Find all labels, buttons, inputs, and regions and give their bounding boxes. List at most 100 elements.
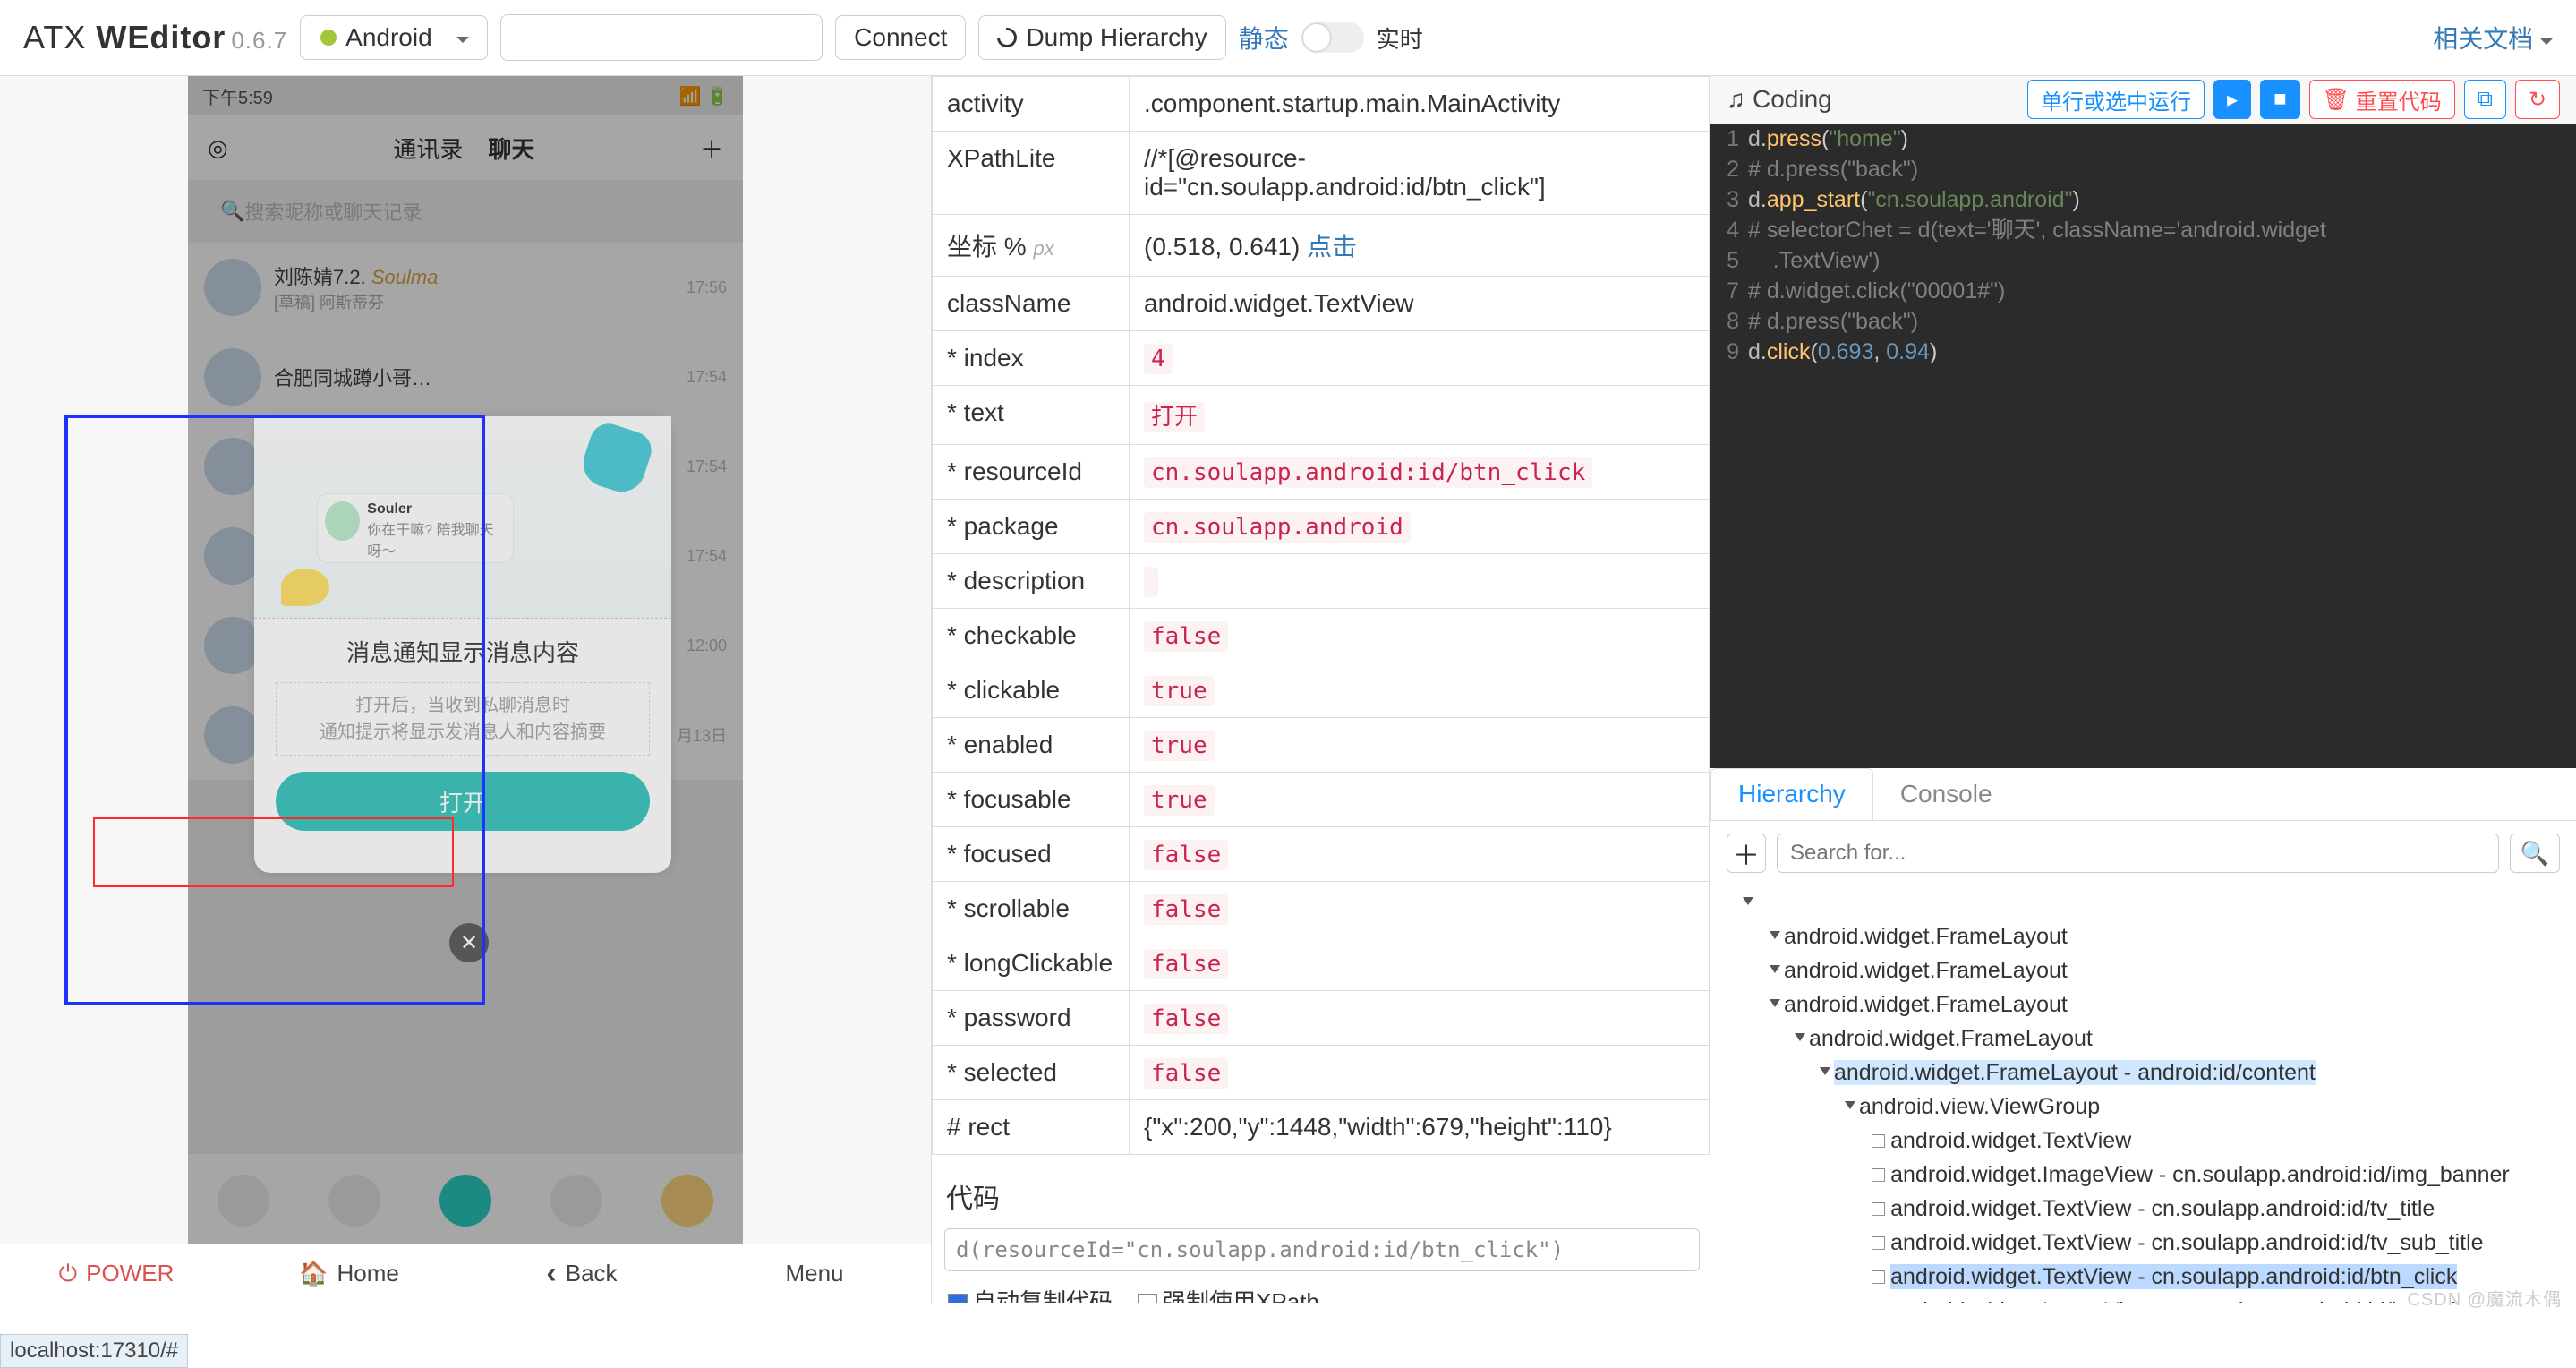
property-row: XPathLite//*[@resource-id="cn.soulapp.an… [933, 132, 1710, 215]
dump-label: Dump Hierarchy [1026, 23, 1207, 52]
scan-icon: ◎ [208, 134, 228, 162]
app-brand: ATX WEditor0.6.7 [23, 19, 287, 56]
phone-statusbar: 下午5:59 📶 🔋 [188, 76, 743, 115]
version-text: 0.6.7 [231, 27, 287, 54]
chat-item: 合肥同城蹲小哥… 17:54 [188, 332, 743, 422]
property-row: * index4 [933, 331, 1710, 386]
dump-hierarchy-button[interactable]: Dump Hierarchy [978, 15, 1225, 60]
tree-node[interactable] [1727, 885, 2560, 919]
expand-all-button[interactable]: ＋ [1727, 834, 1766, 873]
property-row: * description [933, 554, 1710, 609]
modal-desc: 打开后，当收到私聊消息时通知提示将显示发消息人和内容摘要 [276, 682, 650, 756]
hierarchy-search-button[interactable]: 🔍 [2510, 834, 2560, 873]
tab-hierarchy[interactable]: Hierarchy [1710, 768, 1873, 821]
music-icon: ♫ [1727, 85, 1745, 114]
property-row: * focusabletrue [933, 773, 1710, 827]
copy-button[interactable]: ⧉ [2464, 80, 2506, 119]
bell-icon [577, 419, 656, 498]
tree-node[interactable]: android.view.ViewGroup [1727, 1090, 2560, 1124]
tree-node[interactable]: android.widget.TextView - cn.soulapp.and… [1727, 1192, 2560, 1226]
auto-copy-checkbox[interactable]: 自动复制代码 [948, 1284, 1113, 1303]
back-icon [546, 1256, 556, 1291]
device-controls: POWER Home Back Menu [0, 1244, 931, 1303]
tree-node[interactable]: android.widget.FrameLayout [1727, 1022, 2560, 1056]
properties-table: activity.component.startup.main.MainActi… [932, 76, 1710, 1155]
stop-button[interactable]: ■ [2260, 80, 2300, 119]
hierarchy-search-input[interactable] [1777, 834, 2499, 873]
tab-contacts: 通讯录 [393, 132, 463, 165]
tree-node[interactable]: android.widget.FrameLayout - android:id/… [1727, 1056, 2560, 1090]
run-selection-button[interactable]: 单行或选中运行 [2027, 80, 2205, 119]
tree-node[interactable]: android.widget.ImageView - cn.soulapp.an… [1727, 1158, 2560, 1192]
force-xpath-checkbox[interactable]: 强制使用XPath [1138, 1284, 1319, 1303]
menu-button[interactable]: Menu [698, 1244, 931, 1303]
property-row: * checkablefalse [933, 609, 1710, 663]
coding-title: Coding [1753, 85, 1832, 114]
device-preview-panel: 下午5:59 📶 🔋 ◎ 通讯录 聊天 ＋ 🔍 搜索昵称或聊天记录 刘陈婧7.2… [0, 76, 931, 1303]
phone-search: 🔍 搜索昵称或聊天记录 [204, 189, 727, 234]
tree-node[interactable]: android.widget.FrameLayout [1727, 988, 2560, 1022]
generated-code-input[interactable] [944, 1228, 1700, 1271]
property-row: classNameandroid.widget.TextView [933, 277, 1710, 331]
mode-live-label: 实时 [1377, 21, 1423, 55]
property-row: activity.component.startup.main.MainActi… [933, 77, 1710, 132]
plus-icon: ＋ [700, 132, 723, 165]
platform-label: Android [345, 23, 432, 52]
tree-node[interactable]: android.widget.TextView [1727, 1124, 2560, 1158]
souler-sub: 你在干嘛? 陪我聊天呀～ [367, 523, 493, 560]
bottom-tabs: Hierarchy Console [1710, 768, 2576, 822]
platform-select[interactable]: Android [300, 15, 488, 60]
phone-header: ◎ 通讯录 聊天 ＋ [188, 115, 743, 180]
brand-text: ATX [23, 19, 96, 56]
tab-console[interactable]: Console [1873, 768, 2019, 821]
power-button[interactable]: POWER [0, 1244, 233, 1303]
property-row: * passwordfalse [933, 991, 1710, 1046]
run-button[interactable]: ▸ [2213, 80, 2251, 119]
chevron-down-icon [2540, 25, 2553, 53]
chat-item: 刘陈婧7.2. Soulma[草稿] 阿斯蒂芬17:56 [188, 243, 743, 332]
clock-text: 下午5:59 [202, 83, 273, 109]
clear-button[interactable]: ↻ [2515, 80, 2560, 119]
notification-modal: Souler你在干嘛? 陪我聊天呀～ 消息通知显示消息内容 打开后，当收到私聊消… [254, 416, 671, 873]
property-row: * longClickablefalse [933, 936, 1710, 991]
tab-chat: 聊天 [488, 132, 534, 165]
docs-link[interactable]: 相关文档 [2433, 20, 2553, 56]
modal-close-icon[interactable]: ✕ [449, 923, 489, 962]
android-icon [319, 28, 338, 47]
property-row: * enabledtrue [933, 718, 1710, 773]
hierarchy-tree[interactable]: android.widget.FrameLayoutandroid.widget… [1710, 885, 2576, 1303]
mode-toggle[interactable] [1301, 22, 1364, 53]
property-row: * clickabletrue [933, 663, 1710, 718]
code-editor[interactable]: 1d.press("home")2# d.press("back")3d.app… [1710, 124, 2576, 768]
tree-node[interactable]: android.widget.FrameLayout [1727, 953, 2560, 988]
property-row: # rect{"x":200,"y":1448,"width":679,"hei… [933, 1100, 1710, 1155]
phone-bottom-nav [188, 1154, 743, 1247]
modal-open-button[interactable]: 打开 [276, 772, 650, 831]
device-address-input[interactable] [500, 14, 823, 61]
trash-icon: 🗑 [2323, 87, 2350, 113]
tree-node[interactable]: android.widget.FrameLayout [1727, 919, 2560, 953]
watermark: CSDN @魔流木偶 [2407, 1285, 2562, 1311]
brand-bold: WEditor [96, 19, 226, 56]
coding-header: ♫ Coding 单行或选中运行 ▸ ■ 🗑 重置代码 ⧉ ↻ [1710, 76, 2576, 124]
phone-screenshot[interactable]: 下午5:59 📶 🔋 ◎ 通讯录 聊天 ＋ 🔍 搜索昵称或聊天记录 刘陈婧7.2… [188, 76, 743, 1303]
property-row: * packagecn.soulapp.android [933, 500, 1710, 554]
modal-title: 消息通知显示消息内容 [254, 619, 671, 677]
refresh-icon [994, 24, 1021, 52]
code-heading: 代码 [932, 1155, 1710, 1225]
reset-code-button[interactable]: 🗑 重置代码 [2309, 80, 2455, 119]
chat-bubble-icon [281, 569, 329, 606]
home-button[interactable]: Home [233, 1244, 465, 1303]
mode-static-label[interactable]: 静态 [1239, 20, 1289, 56]
property-row: * text打开 [933, 386, 1710, 445]
chevron-down-icon [456, 23, 469, 52]
tree-node[interactable]: android.widget.TextView - cn.soulapp.and… [1727, 1226, 2560, 1260]
power-icon [59, 1260, 78, 1288]
property-row: * resourceIdcn.soulapp.android:id/btn_cl… [933, 445, 1710, 500]
souler-avatar [325, 501, 360, 541]
connect-button[interactable]: Connect [835, 15, 966, 60]
property-row: 坐标 % px(0.518, 0.641) 点击 [933, 215, 1710, 277]
property-row: * selectedfalse [933, 1046, 1710, 1100]
back-button[interactable]: Back [465, 1244, 698, 1303]
click-link[interactable]: 点击 [1307, 233, 1357, 261]
